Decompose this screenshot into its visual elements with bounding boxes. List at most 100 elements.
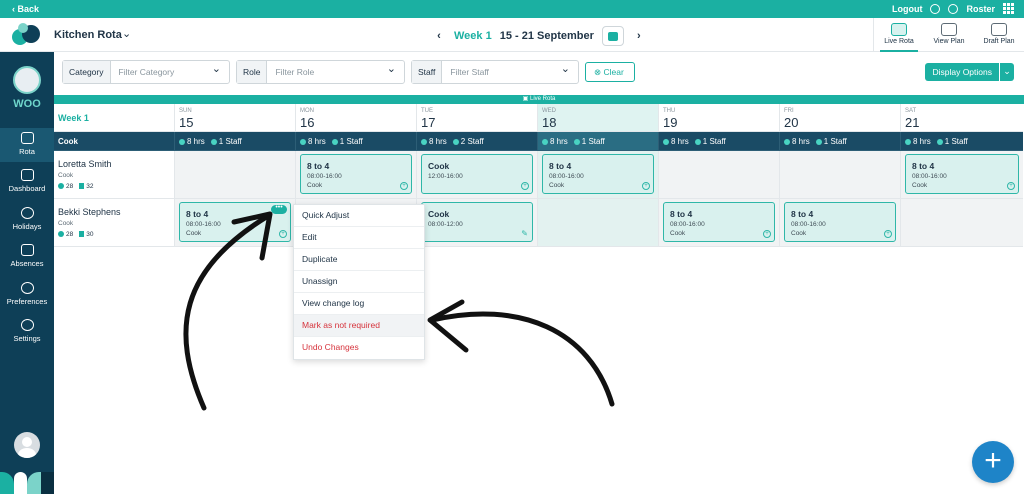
role-day-stats: 8 hrs 1 Staff bbox=[780, 132, 901, 151]
add-shift-icon[interactable]: + bbox=[642, 182, 650, 190]
staff-filter-select[interactable]: Filter Staff bbox=[442, 58, 578, 83]
sidebar-item-dashboard[interactable]: Dashboard bbox=[0, 165, 54, 199]
app-logo bbox=[12, 23, 42, 47]
shift-card[interactable]: Cook 12:00-16:00 + bbox=[421, 154, 533, 194]
shift-slot: 8 to 4 08:00-16:00 Cook + bbox=[780, 199, 901, 247]
empty-shift-slot[interactable] bbox=[901, 199, 1023, 247]
menu-item-edit[interactable]: Edit bbox=[294, 227, 424, 249]
gear-icon[interactable] bbox=[948, 3, 959, 14]
role-filter[interactable]: Role Filter Role bbox=[236, 58, 405, 84]
role-day-stats: 8 hrs 1 Staff bbox=[659, 132, 780, 151]
shift-slot: 8 to 4 08:00-16:00 Cook + bbox=[296, 151, 417, 199]
day-header: MON 16 bbox=[296, 104, 417, 132]
next-week-icon[interactable]: › bbox=[632, 30, 646, 42]
staff-info-cell[interactable]: Bekki Stephens Cook 28 30 bbox=[54, 199, 175, 247]
sidebar-item-rota[interactable]: Rota bbox=[0, 128, 54, 162]
staff-filter[interactable]: Staff Filter Staff bbox=[411, 58, 579, 84]
category-filter-select[interactable]: Filter Category bbox=[111, 58, 230, 83]
filter-bar: Category Filter Category Role Filter Rol… bbox=[62, 58, 635, 84]
role-day-stats: 8 hrs 1 Staff bbox=[538, 132, 659, 151]
role-filter-select[interactable]: Filter Role bbox=[267, 58, 404, 83]
role-filter-label: Role bbox=[237, 61, 268, 83]
shift-card[interactable]: 8 to 4 08:00-16:00 Cook + bbox=[905, 154, 1019, 194]
category-filter[interactable]: Category Filter Category bbox=[62, 58, 230, 84]
add-shift-icon[interactable]: + bbox=[400, 182, 408, 190]
rota-title[interactable]: Kitchen Rota bbox=[54, 29, 122, 41]
add-shift-icon[interactable]: + bbox=[1007, 182, 1015, 190]
menu-item-undo-changes[interactable]: Undo Changes bbox=[294, 337, 424, 359]
shift-card[interactable]: 8 to 4 08:00-16:00 Cook + bbox=[663, 202, 775, 242]
week-label: Week 1 bbox=[454, 30, 492, 42]
logout-link[interactable]: Logout bbox=[892, 4, 923, 14]
week-navigator: ‹ Week 1 15 - 21 September › bbox=[432, 26, 646, 46]
clear-filters-button[interactable]: ⊗ Clear bbox=[585, 62, 635, 82]
draft-plan-icon bbox=[991, 23, 1007, 36]
shift-card[interactable]: 8 to 4 08:00-16:00 Cook + bbox=[784, 202, 896, 242]
staff-row: Loretta Smith Cook 28 32 8 to 4 08:00-16:0… bbox=[54, 151, 1024, 199]
sidebar-item-preferences[interactable]: Preferences bbox=[0, 278, 54, 312]
empty-shift-slot[interactable] bbox=[659, 151, 780, 199]
menu-item-quick-adjust[interactable]: Quick Adjust bbox=[294, 205, 424, 227]
add-shift-icon[interactable]: + bbox=[884, 230, 892, 238]
more-options-icon[interactable]: ••• bbox=[271, 204, 287, 214]
add-shift-icon[interactable]: + bbox=[521, 182, 529, 190]
staff-name[interactable]: Loretta Smith bbox=[58, 159, 112, 169]
empty-shift-slot[interactable] bbox=[175, 151, 296, 199]
display-options: Display Options ⌄ bbox=[925, 63, 1014, 81]
display-options-button[interactable]: Display Options bbox=[925, 63, 999, 81]
prev-week-icon[interactable]: ‹ bbox=[432, 30, 446, 42]
staff-row: Bekki Stephens Cook 28 30 8 to 4 08:00-16:… bbox=[54, 199, 1024, 247]
date-range: 15 - 21 September bbox=[499, 30, 594, 42]
view-plan-icon bbox=[941, 23, 957, 36]
day-header: SUN 15 bbox=[175, 104, 296, 132]
empty-shift-slot[interactable] bbox=[780, 151, 901, 199]
grid-week-label: Week 1 bbox=[58, 113, 89, 123]
staff-name[interactable]: Bekki Stephens bbox=[58, 207, 121, 217]
back-link[interactable]: ‹ Back bbox=[12, 4, 39, 14]
user-avatar[interactable] bbox=[14, 432, 40, 458]
menu-item-unassign[interactable]: Unassign bbox=[294, 271, 424, 293]
shift-card[interactable]: 8 to 4 08:00-16:00 Cook + bbox=[542, 154, 654, 194]
tab-live-rota[interactable]: Live Rota bbox=[874, 18, 924, 52]
days-stat: 28 bbox=[58, 231, 73, 238]
sidebar-item-holidays[interactable]: Holidays bbox=[0, 203, 54, 237]
shift-slot: 8 to 4 08:00-16:00 Cook + bbox=[538, 151, 659, 199]
sidebar-item-settings[interactable]: Settings bbox=[0, 315, 54, 349]
empty-shift-slot[interactable] bbox=[538, 199, 659, 247]
shift-slot: Cook 08:00-12:00 ✎ bbox=[417, 199, 538, 247]
staff-info-cell[interactable]: Loretta Smith Cook 28 32 bbox=[54, 151, 175, 199]
person-settings-icon bbox=[20, 282, 34, 294]
calendar-icon bbox=[20, 132, 34, 144]
day-header: FRI 20 bbox=[780, 104, 901, 132]
calendar-picker-button[interactable] bbox=[601, 26, 624, 46]
days-stat: 28 bbox=[58, 183, 73, 190]
role-day-stats: 8 hrs 2 Staff bbox=[417, 132, 538, 151]
week-label-cell: Week 1 bbox=[54, 104, 175, 132]
shift-card[interactable]: Cook 08:00-12:00 ✎ bbox=[421, 202, 533, 242]
menu-item-mark-not-required[interactable]: Mark as not required bbox=[294, 315, 424, 337]
tab-view-plan[interactable]: View Plan bbox=[924, 18, 974, 52]
day-header: TUE 17 bbox=[417, 104, 538, 132]
shift-card[interactable]: 8 to 4 08:00-16:00 Cook + bbox=[300, 154, 412, 194]
sidebar-item-absences[interactable]: Absences bbox=[0, 240, 54, 274]
shift-slot: 8 to 4 08:00-16:00 Cook ••• + bbox=[175, 199, 296, 247]
date-header-row: Week 1 SUN 15 MON 16 TUE 17 WED 18 THU 19 FRI… bbox=[54, 104, 1024, 132]
add-shift-icon[interactable]: + bbox=[763, 230, 771, 238]
logout-icon[interactable] bbox=[930, 3, 941, 14]
menu-item-view-change-log[interactable]: View change log bbox=[294, 293, 424, 315]
add-shift-icon[interactable]: + bbox=[279, 230, 287, 238]
pencil-icon[interactable]: ✎ bbox=[521, 229, 528, 238]
chevron-down-icon[interactable]: ⌄ bbox=[1000, 63, 1014, 81]
top-bar: ‹ Back Logout Roster bbox=[0, 0, 1024, 18]
menu-item-duplicate[interactable]: Duplicate bbox=[294, 249, 424, 271]
apps-grid-icon[interactable] bbox=[1003, 3, 1014, 14]
hours-stat: 30 bbox=[79, 231, 93, 238]
roster-link[interactable]: Roster bbox=[966, 4, 995, 14]
shift-card-selected[interactable]: 8 to 4 08:00-16:00 Cook ••• + bbox=[179, 202, 291, 242]
role-summary-row: Cook 8 hrs 1 Staff 8 hrs 1 Staff 8 hrs 2 St… bbox=[54, 132, 1024, 151]
arrow-to-menu-item bbox=[429, 311, 615, 407]
company-logo[interactable] bbox=[13, 66, 41, 94]
chevron-down-icon[interactable]: ⌄ bbox=[122, 27, 131, 40]
tab-draft-plan[interactable]: Draft Plan bbox=[974, 18, 1024, 52]
add-fab-button[interactable]: + bbox=[972, 441, 1014, 483]
